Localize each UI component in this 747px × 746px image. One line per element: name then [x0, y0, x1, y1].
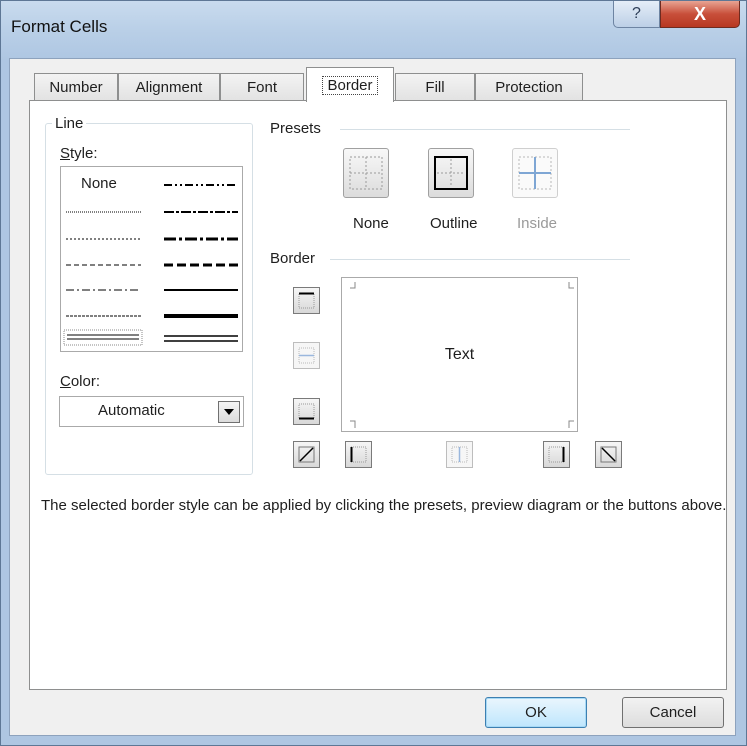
presets-divider [340, 129, 630, 130]
style-label: Style: [60, 145, 98, 162]
chevron-down-icon[interactable] [218, 401, 240, 423]
border-right-button[interactable] [543, 441, 570, 468]
border-help-text: The selected border style can be applied… [41, 497, 727, 514]
border-inside-vertical-icon [451, 446, 468, 463]
preset-outline-label: Outline [430, 215, 478, 232]
color-label: Color: [60, 373, 101, 390]
preset-inside-label: Inside [517, 215, 558, 232]
tab-protection[interactable]: Protection [475, 73, 583, 101]
line-style-list[interactable]: None [60, 166, 243, 352]
preset-inside-button[interactable] [512, 148, 558, 198]
tab-alignment[interactable]: Alignment [118, 73, 220, 101]
preset-none-label: None [353, 215, 389, 232]
preset-outline-icon [434, 156, 468, 190]
border-top-icon [298, 292, 315, 309]
border-top-button[interactable] [293, 287, 320, 314]
preset-none-button[interactable] [343, 148, 389, 198]
border-inside-vertical-button[interactable] [446, 441, 473, 468]
color-dropdown-value: Automatic [98, 402, 165, 419]
border-diagonal-up-button[interactable] [293, 441, 320, 468]
border-preview[interactable]: Text [341, 277, 578, 432]
preview-text: Text [444, 346, 475, 363]
border-left-icon [350, 446, 367, 463]
tab-border[interactable]: Border [306, 67, 394, 102]
preset-inside-icon [518, 156, 552, 190]
diagonal-down-icon [600, 446, 617, 463]
preset-none-icon [349, 156, 383, 190]
border-right-icon [548, 446, 565, 463]
border-left-button[interactable] [345, 441, 372, 468]
close-button[interactable]: X [660, 1, 740, 28]
border-inside-horizontal-button[interactable] [293, 342, 320, 369]
tab-font[interactable]: Font [220, 73, 304, 101]
preset-outline-button[interactable] [428, 148, 474, 198]
line-group-title: Line [52, 115, 87, 132]
ok-button[interactable]: OK [485, 697, 587, 728]
help-icon: ? [632, 5, 641, 22]
presets-title: Presets [270, 120, 321, 137]
border-inside-horizontal-icon [298, 347, 315, 364]
border-section-title: Border [270, 250, 316, 267]
cancel-button[interactable]: Cancel [622, 697, 724, 728]
title-bar[interactable]: Format Cells ? X [1, 1, 746, 59]
border-bottom-icon [298, 403, 315, 420]
border-divider [330, 259, 630, 260]
border-diagonal-down-button[interactable] [595, 441, 622, 468]
tab-fill[interactable]: Fill [395, 73, 475, 101]
border-bottom-button[interactable] [293, 398, 320, 425]
line-style-swatches[interactable] [61, 167, 244, 353]
tab-number[interactable]: Number [34, 73, 118, 101]
diagonal-up-icon [298, 446, 315, 463]
dialog-title: Format Cells [11, 17, 108, 36]
help-button[interactable]: ? [613, 1, 660, 28]
close-icon: X [693, 3, 706, 24]
color-dropdown[interactable]: Automatic [59, 396, 244, 427]
